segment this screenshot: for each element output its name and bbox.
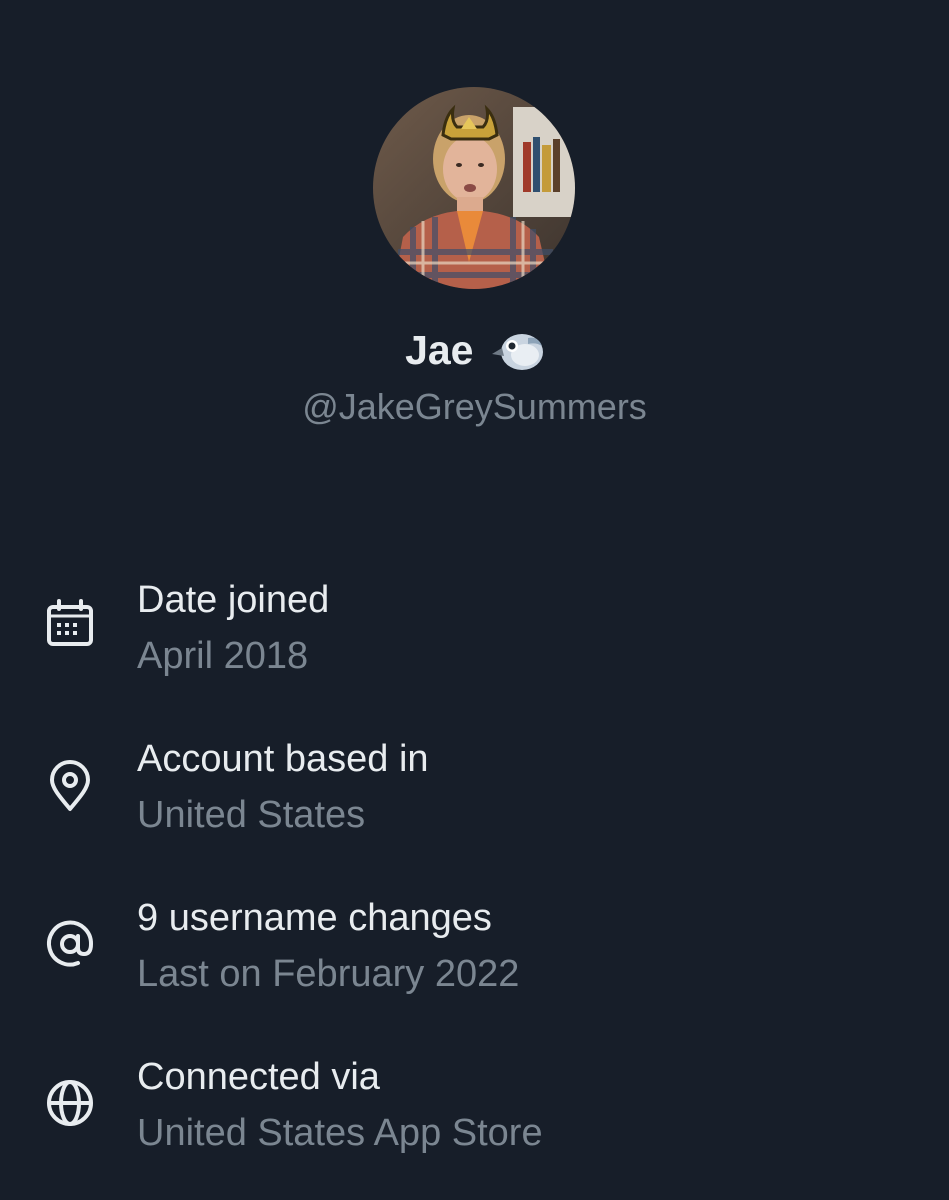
at-sign-icon	[42, 916, 98, 972]
user-handle: @JakeGreySummers	[302, 386, 647, 427]
display-name-row: Jae	[0, 322, 949, 378]
calendar-icon	[42, 596, 98, 652]
info-value: United States App Store	[137, 1112, 543, 1154]
bird-emoji-icon	[491, 328, 544, 372]
info-account-based-in: Account based in United States	[0, 735, 949, 855]
info-value: United States	[137, 794, 366, 836]
info-date-joined: Date joined April 2018	[0, 576, 949, 696]
info-username-changes: 9 username changes Last on February 2022	[0, 894, 949, 1014]
info-connected-via: Connected via United States App Store	[0, 1053, 949, 1173]
info-value: April 2018	[137, 635, 309, 677]
info-title: Connected via	[137, 1056, 380, 1098]
display-name: Jae	[405, 327, 474, 373]
avatar[interactable]	[373, 87, 575, 289]
globe-icon	[42, 1075, 98, 1131]
info-title: Date joined	[137, 579, 330, 621]
info-value: Last on February 2022	[137, 953, 520, 995]
info-title: 9 username changes	[137, 897, 492, 939]
info-title: Account based in	[137, 738, 429, 780]
avatar-image	[373, 87, 575, 289]
location-pin-icon	[42, 757, 98, 813]
